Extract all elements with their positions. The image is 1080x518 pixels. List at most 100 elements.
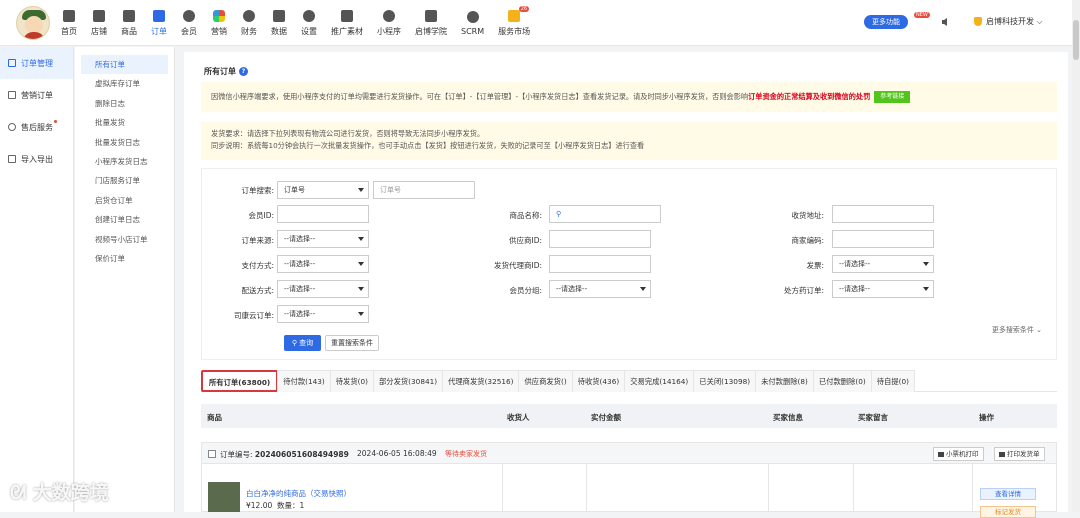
col-receiver: 收货人 xyxy=(507,413,530,422)
receipt-print-button[interactable]: 小票机打印 xyxy=(933,447,984,461)
tab-paid-deleted[interactable]: 已付款删除(0) xyxy=(812,370,872,392)
order-source-select[interactable]: --请选择-- xyxy=(277,230,369,248)
nav-data[interactable]: 数据 xyxy=(264,0,294,46)
col-buyer-info: 买家信息 xyxy=(773,413,803,422)
marketing-icon xyxy=(213,9,225,22)
product-name-link[interactable]: 白白净净的纯商品（交易快照） xyxy=(246,488,351,499)
brand-logo[interactable] xyxy=(16,6,50,40)
tab-supplier-shipped[interactable]: 供应商发货() xyxy=(518,370,573,392)
sidebar-item-order-manage[interactable]: 订单管理 xyxy=(0,47,73,79)
search-filter-panel: 订单搜索: 订单号 订单号 会员ID: 商品名称: ⚲ 收货地址: 订单来源: … xyxy=(201,168,1057,360)
search-icon: ⚲ xyxy=(556,210,562,218)
home-icon xyxy=(63,9,75,22)
order-header-row: 订单编号: 202406051608494989 2024-06-05 16:0… xyxy=(201,442,1057,464)
page-scrollbar[interactable] xyxy=(1072,0,1080,512)
agent-id-input[interactable] xyxy=(549,255,651,273)
subnav-all-orders[interactable]: 所有订单 xyxy=(81,55,168,75)
tab-self-pickup[interactable]: 待自提(0) xyxy=(870,370,915,392)
mark-shipped-button[interactable]: 标记发货 xyxy=(980,506,1036,518)
sidebar-item-aftersale[interactable]: 售后服务 xyxy=(0,111,73,143)
sidebar-item-import-export[interactable]: 导入导出 xyxy=(0,143,73,175)
reference-link-button[interactable]: 参考链接 xyxy=(874,91,911,103)
store-icon xyxy=(93,9,105,22)
scrm-icon xyxy=(466,10,479,23)
subnav-video-shop[interactable]: 视频号小店订单 xyxy=(81,230,168,249)
nav-goods[interactable]: 商品 xyxy=(114,0,144,46)
nav-home[interactable]: 首页 xyxy=(54,0,84,46)
product-thumbnail[interactable] xyxy=(208,482,240,512)
sidebar-primary: 订单管理 营销订单 售后服务 导入导出 xyxy=(0,47,74,512)
nav-store[interactable]: 店铺 xyxy=(84,0,114,46)
order-no-input[interactable]: 订单号 xyxy=(373,181,475,199)
nav-settings[interactable]: 设置 xyxy=(294,0,324,46)
invoice-select[interactable]: --请选择-- xyxy=(832,255,934,273)
col-paid-amount: 实付金额 xyxy=(591,413,621,422)
aftersale-icon xyxy=(8,123,16,131)
tab-all-orders[interactable]: 所有订单(63800) xyxy=(201,370,279,392)
main-content: 所有订单? 因微信小程序端要求，使用小程序支付的订单均需要进行发货操作。可在【订… xyxy=(184,52,1068,518)
print-shipping-button[interactable]: 打印发货单 xyxy=(994,447,1045,461)
product-name-input[interactable]: ⚲ xyxy=(549,205,661,223)
top-navbar: 首页 店铺 商品 订单 会员 营销 财务 数据 设置 推广素材 小程序 启博学院… xyxy=(0,0,1080,46)
nav-academy[interactable]: 启博学院 xyxy=(408,0,454,46)
subnav-miniapp-ship-log[interactable]: 小程序发货日志 xyxy=(81,152,168,171)
subnav-price-protect[interactable]: 保价订单 xyxy=(81,249,168,268)
nav-market[interactable]: 服务市场 26 xyxy=(491,0,537,46)
shop-selector[interactable]: 启博科技开发 ⌵ xyxy=(974,16,1043,27)
reset-search-button[interactable]: 重置搜索条件 xyxy=(325,335,379,351)
tab-pending-shipment[interactable]: 待发货(0) xyxy=(329,370,374,392)
speaker-icon[interactable] xyxy=(941,17,951,27)
tab-completed[interactable]: 交易完成(14164) xyxy=(624,370,695,392)
tab-closed[interactable]: 已关闭(13098) xyxy=(693,370,757,392)
rx-order-select[interactable]: --请选择-- xyxy=(832,280,934,298)
subnav-delete-log[interactable]: 删除日志 xyxy=(81,94,168,113)
nav-member[interactable]: 会员 xyxy=(174,0,204,46)
tab-partial-shipped[interactable]: 部分发货(30841) xyxy=(373,370,444,392)
subnav-batch-ship[interactable]: 批量发货 xyxy=(81,113,168,132)
nav-scrm[interactable]: SCRM xyxy=(454,0,491,46)
address-input[interactable] xyxy=(832,205,934,223)
nav-miniapp[interactable]: 小程序 xyxy=(370,0,408,46)
order-search-type-select[interactable]: 订单号 xyxy=(277,181,369,199)
more-functions-button[interactable]: 更多功能 xyxy=(864,15,908,29)
main-nav: 首页 店铺 商品 订单 会员 营销 财务 数据 设置 推广素材 小程序 启博学院… xyxy=(54,0,537,46)
tab-pending-receipt[interactable]: 待收货(436) xyxy=(571,370,626,392)
marketing-order-icon xyxy=(8,91,16,99)
help-icon[interactable]: ? xyxy=(239,67,248,76)
nav-order[interactable]: 订单 xyxy=(144,0,174,46)
supplier-id-input[interactable] xyxy=(549,230,651,248)
subnav-virtual-stock[interactable]: 虚拟库存订单 xyxy=(81,74,168,93)
market-icon xyxy=(508,9,521,22)
market-badge: 26 xyxy=(518,6,530,12)
order-status: 等待卖家发货 xyxy=(445,450,487,458)
nav-promo[interactable]: 推广素材 xyxy=(324,0,370,46)
sikang-order-select[interactable]: --请选择-- xyxy=(277,305,369,323)
pay-method-select[interactable]: --请选择-- xyxy=(277,255,369,273)
query-button[interactable]: ⚲ 查询 xyxy=(284,335,321,351)
tab-unpaid-deleted[interactable]: 未付款删除(8) xyxy=(755,370,814,392)
order-checkbox[interactable] xyxy=(208,450,216,458)
sidebar-secondary: 所有订单 虚拟库存订单 删除日志 批量发货 批量发货日志 小程序发货日志 门店服… xyxy=(75,47,175,512)
delivery-select[interactable]: --请选择-- xyxy=(277,280,369,298)
subnav-batch-ship-log[interactable]: 批量发货日志 xyxy=(81,133,168,152)
member-id-input[interactable] xyxy=(277,205,369,223)
subnav-warehouse[interactable]: 启货仓订单 xyxy=(81,191,168,210)
orders-table-header: 商品 收货人 实付金额 买家信息 买家留言 操作 xyxy=(201,404,1057,428)
more-search-toggle[interactable]: 更多搜索条件 ⌄ xyxy=(992,325,1042,335)
member-group-select[interactable]: --请选择-- xyxy=(549,280,651,298)
col-product: 商品 xyxy=(207,413,222,422)
share-icon xyxy=(341,9,353,22)
nav-finance[interactable]: 财务 xyxy=(234,0,264,46)
view-detail-button[interactable]: 查看详情 xyxy=(980,488,1036,500)
merchant-code-input[interactable] xyxy=(832,230,934,248)
notification-dot xyxy=(54,120,57,123)
tab-pending-payment[interactable]: 待付款(143) xyxy=(277,370,331,392)
nav-marketing[interactable]: 营销 xyxy=(204,0,234,46)
printer-icon xyxy=(938,451,944,457)
subnav-store-service[interactable]: 门店服务订单 xyxy=(81,171,168,190)
sidebar-item-marketing-order[interactable]: 营销订单 xyxy=(0,79,73,111)
subnav-create-log[interactable]: 创建订单日志 xyxy=(81,210,168,229)
finance-icon xyxy=(243,9,255,22)
tab-agent-shipped[interactable]: 代理商发货(32516) xyxy=(442,370,520,392)
wechat-notice: 因微信小程序端要求，使用小程序支付的订单均需要进行发货操作。可在【订单】-【订单… xyxy=(201,82,1057,112)
